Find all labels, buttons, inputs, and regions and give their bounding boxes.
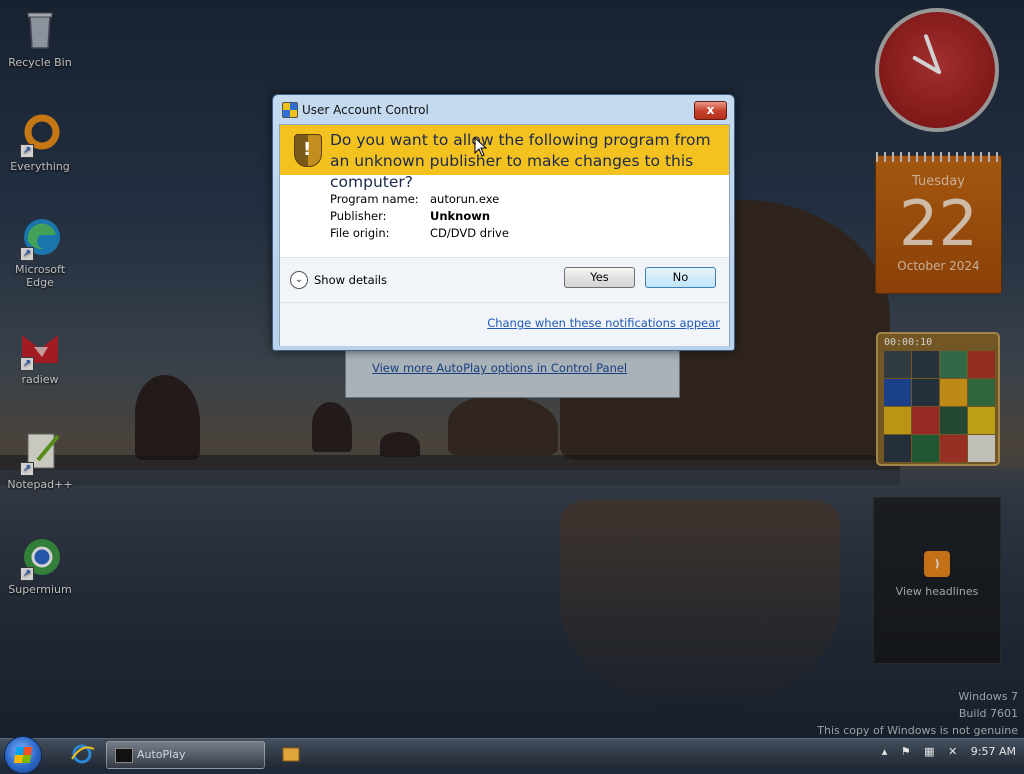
publisher-label: Publisher: [330, 209, 387, 223]
close-button[interactable]: x [694, 101, 727, 120]
taskbar-clock[interactable]: 9:57 AM [971, 745, 1016, 758]
taskbar-task-label: AutoPlay [137, 748, 186, 761]
no-button[interactable]: No [645, 267, 716, 288]
uac-footer: Change when these notifications appear [280, 302, 729, 346]
uac-warning-banner: ! Do you want to allow the following pro… [280, 125, 729, 191]
uac-button-row: ⌄ Show details Yes No [280, 258, 729, 302]
windows-logo-icon [13, 747, 33, 763]
uac-content: ! Do you want to allow the following pro… [279, 124, 730, 346]
mouse-cursor-icon [474, 137, 488, 157]
autoplay-window-icon [115, 748, 133, 763]
uac-dialog: User Account Control x ! Do you want to … [272, 94, 735, 351]
taskbar: AutoPlay ▴ ⚑ ▦ ✕ 9:57 AM [0, 736, 1024, 774]
volume-icon[interactable]: ✕ [948, 745, 957, 758]
file-origin-label: File origin: [330, 226, 390, 240]
chevron-down-icon[interactable]: ⌄ [290, 271, 308, 289]
yes-button[interactable]: Yes [564, 267, 635, 288]
taskbar-ie-button[interactable] [66, 741, 98, 767]
network-icon[interactable]: ▦ [924, 745, 934, 758]
change-notifications-link[interactable]: Change when these notifications appear [487, 316, 720, 330]
show-details-toggle[interactable]: Show details [314, 273, 387, 287]
uac-question: Do you want to allow the following progr… [330, 131, 711, 191]
tray-expand-icon[interactable]: ▴ [882, 745, 888, 758]
program-name-label: Program name: [330, 192, 419, 206]
uac-title: User Account Control [302, 103, 429, 117]
program-name-value: autorun.exe [430, 192, 500, 206]
start-button[interactable] [4, 736, 42, 774]
taskbar-explorer-button[interactable] [278, 741, 304, 767]
action-center-flag-icon[interactable]: ⚑ [901, 745, 911, 758]
uac-shield-icon [282, 102, 298, 118]
uac-titlebar[interactable]: User Account Control x [273, 95, 734, 121]
system-tray: ▴ ⚑ ▦ ✕ 9:57 AM [872, 745, 1016, 758]
warning-shield-icon: ! [294, 134, 322, 167]
file-origin-value: CD/DVD drive [430, 226, 509, 240]
taskbar-autoplay-button[interactable]: AutoPlay [106, 741, 265, 769]
publisher-value: Unknown [430, 209, 491, 223]
